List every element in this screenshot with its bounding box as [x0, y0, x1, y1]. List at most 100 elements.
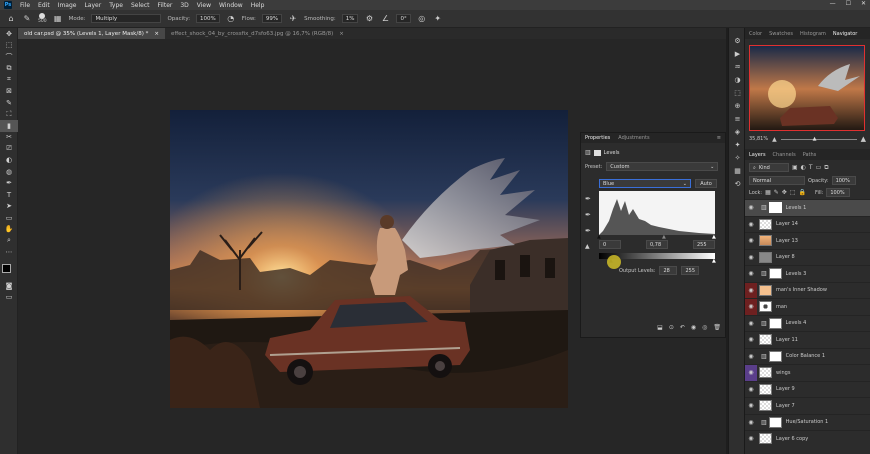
tab-swatches[interactable]: Swatches — [769, 31, 793, 37]
menu-edit[interactable]: Edit — [38, 2, 50, 9]
rectangle-tool-icon[interactable]: ▭ — [0, 212, 18, 224]
lock-position-icon[interactable]: ✥ — [782, 189, 787, 196]
menu-layer[interactable]: Layer — [84, 2, 101, 9]
layer-thumbnail[interactable] — [759, 235, 772, 247]
tab-navigator[interactable]: Navigator — [833, 31, 857, 37]
zoom-in-icon[interactable]: ▲ — [861, 135, 866, 143]
layer-visibility-eye-icon[interactable]: ◉ — [745, 200, 757, 216]
layer-thumbnail[interactable] — [768, 317, 782, 329]
layer-name[interactable]: Levels 1 — [786, 205, 807, 211]
auto-button[interactable]: Auto — [695, 179, 717, 188]
layer-thumbnail[interactable] — [759, 251, 772, 263]
white-output-slider[interactable]: ▲ — [712, 258, 716, 264]
menu-type[interactable]: Type — [109, 2, 123, 9]
eraser-tool-icon[interactable]: ◐ — [0, 155, 18, 167]
tab-color[interactable]: Color — [749, 31, 762, 37]
layer-row[interactable]: ◉ Layer 6 copy — [745, 430, 870, 447]
fill-field[interactable]: 100% — [826, 188, 851, 197]
history-panel-icon[interactable]: ⚙ — [729, 34, 746, 47]
brush-tool-icon[interactable]: ▮ — [0, 120, 18, 132]
navigator-preview[interactable] — [749, 45, 865, 131]
white-point-eyedropper-icon[interactable]: ✒ — [585, 227, 591, 235]
foreground-color-swatch[interactable] — [2, 264, 11, 273]
tab-properties[interactable]: Properties — [585, 135, 610, 141]
layer-row[interactable]: ◉ ▥ Levels 1 — [745, 199, 870, 216]
brush-tool-icon[interactable]: ✎ — [22, 14, 32, 24]
move-tool-icon[interactable]: ✥ — [0, 28, 18, 40]
filter-shape-icon[interactable]: ▭ — [816, 164, 822, 171]
layer-name[interactable]: Levels 3 — [786, 271, 807, 277]
layer-row[interactable]: ◉ Layer 9 — [745, 380, 870, 398]
mask-icon[interactable] — [593, 149, 601, 156]
marquee-tool-icon[interactable]: ⬚ — [0, 40, 18, 52]
close-window-button[interactable]: ✕ — [861, 0, 866, 7]
close-tab-icon[interactable]: × — [154, 31, 159, 37]
styles-panel-icon[interactable]: ◈ — [729, 125, 746, 138]
minimize-button[interactable]: — — [830, 0, 836, 7]
layer-name[interactable]: Color Balance 1 — [786, 353, 825, 359]
smoothing-field[interactable]: 1% — [341, 14, 359, 23]
airbrush-icon[interactable]: ✈ — [288, 14, 298, 24]
layer-thumbnail[interactable] — [759, 301, 772, 313]
black-point-eyedropper-icon[interactable]: ✒ — [585, 195, 591, 203]
lasso-tool-icon[interactable]: ⌒ — [0, 51, 18, 63]
layer-row[interactable]: ◉ man's Inner Shadow — [745, 281, 870, 298]
clipping-warning-icon[interactable]: ▲ — [585, 243, 591, 250]
layer-thumbnail[interactable] — [759, 433, 772, 445]
layer-name[interactable]: Layer 13 — [776, 238, 798, 244]
view-previous-state-icon[interactable]: ⊙ — [669, 324, 674, 331]
panel-menu-icon[interactable]: ≡ — [717, 135, 721, 141]
actions-panel-icon[interactable]: ▶ — [729, 47, 746, 60]
brush-preset-picker[interactable]: 500 — [38, 13, 47, 24]
layer-name[interactable]: Layer 11 — [776, 337, 798, 343]
layer-thumbnail[interactable] — [759, 367, 772, 379]
input-white-field[interactable]: 255 — [693, 240, 715, 249]
gray-point-eyedropper-icon[interactable]: ✒ — [585, 211, 591, 219]
layer-name[interactable]: Layer 7 — [776, 403, 795, 409]
smoothing-options-icon[interactable]: ⚙ — [364, 14, 374, 24]
layer-visibility-eye-icon[interactable]: ◉ — [745, 316, 757, 332]
shapes-panel-icon[interactable]: ✧ — [729, 151, 746, 164]
tab-layers[interactable]: Layers — [749, 152, 766, 158]
quick-mask-icon[interactable]: ◙ — [0, 280, 18, 292]
filter-smart-icon[interactable]: ⧉ — [824, 164, 828, 172]
toggle-visibility-icon[interactable]: ◉ — [691, 324, 696, 331]
zoom-tool-icon[interactable]: ⌕ — [0, 235, 18, 247]
layer-thumbnail[interactable] — [759, 218, 772, 230]
timeline-panel-icon[interactable]: ⟲ — [729, 177, 746, 190]
properties-panel-icon[interactable]: ⬚ — [729, 86, 746, 99]
layer-visibility-eye-icon[interactable]: ◉ — [745, 299, 757, 315]
layer-visibility-eye-icon[interactable]: ◉ — [745, 217, 757, 233]
menu-image[interactable]: Image — [58, 2, 77, 9]
eyedropper-tool-icon[interactable]: ✎ — [0, 97, 18, 109]
layer-name[interactable]: Layer 14 — [776, 221, 798, 227]
layer-visibility-eye-icon[interactable]: ◉ — [745, 365, 757, 381]
layer-name[interactable]: man's Inner Shadow — [776, 287, 827, 293]
layer-row[interactable]: ◉ ▥ Levels 3 — [745, 265, 870, 282]
layer-visibility-eye-icon[interactable]: ◉ — [745, 349, 757, 365]
lock-transparent-icon[interactable]: ▦ — [765, 189, 771, 196]
tab-histogram[interactable]: Histogram — [800, 31, 826, 37]
layer-row[interactable]: ◉ ▥ Color Balance 1 — [745, 347, 870, 365]
libraries-panel-icon[interactable]: ⊕ — [729, 99, 746, 112]
delete-adjustment-icon[interactable]: 🗑 — [713, 324, 721, 331]
output-white-field[interactable]: 255 — [681, 266, 700, 275]
layer-row[interactable]: ◉ Layer 13 — [745, 232, 870, 249]
paragraph-panel-icon[interactable]: ≡ — [729, 112, 746, 125]
quick-selection-tool-icon[interactable]: ⧉ — [0, 63, 18, 75]
layer-opacity-field[interactable]: 100% — [831, 176, 856, 185]
tab-adjustments[interactable]: Adjustments — [618, 135, 649, 141]
angle-field[interactable]: 0° — [396, 14, 411, 23]
type-tool-icon[interactable]: T — [0, 189, 18, 201]
layer-row[interactable]: ◉ Layer 11 — [745, 331, 870, 348]
layer-thumbnail[interactable] — [768, 416, 782, 428]
layer-row[interactable]: ◉ Layer 7 — [745, 397, 870, 414]
layer-row[interactable]: ◉ Layer 8 — [745, 248, 870, 266]
layer-visibility-eye-icon[interactable]: ◉ — [745, 415, 757, 431]
layer-row[interactable]: ◉ wings — [745, 364, 870, 381]
layer-thumbnail[interactable] — [768, 268, 782, 280]
layer-visibility-eye-icon[interactable]: ◉ — [745, 266, 757, 282]
document-canvas-image[interactable] — [170, 110, 568, 408]
layer-thumbnail[interactable] — [768, 202, 782, 214]
channel-select[interactable]: Blue ⌄ — [599, 179, 691, 188]
